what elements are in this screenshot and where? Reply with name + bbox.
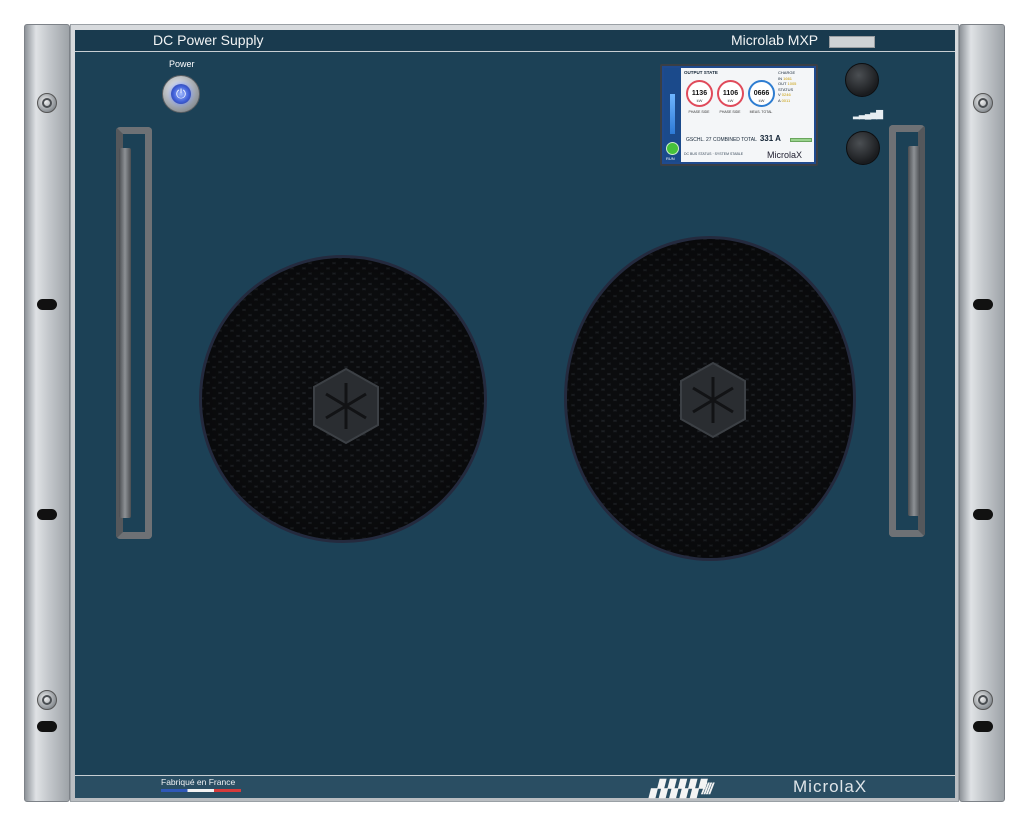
footer-strip: Fabriqué en France ▞▞▞▞▞//// MicrolaX xyxy=(75,775,955,798)
power-icon: ⏻ xyxy=(175,86,187,101)
total-label: GSCHL. 27 COMBINED TOTAL xyxy=(686,137,757,143)
cooling-fan-left xyxy=(199,255,487,543)
fan-hub-icon xyxy=(311,367,381,445)
gauge-unit: kW xyxy=(758,98,765,103)
status-display[interactable]: RUN OUTPUT STATE 1136 kW PHASE SIDE 1106… xyxy=(660,64,818,166)
header-strip: DC Power Supply Microlab MXP xyxy=(75,30,955,52)
gauge-label: MEAS. TOTAL xyxy=(749,110,773,114)
gauge-value: 0666 xyxy=(753,90,770,97)
mounting-slot xyxy=(973,299,993,310)
gauge-label: PHASE SIDE xyxy=(719,110,741,114)
display-brand: MicrolaX xyxy=(767,150,803,160)
mounting-screw-icon xyxy=(973,690,993,710)
row-value: 0011 xyxy=(781,97,791,103)
mounting-screw-icon xyxy=(37,690,57,710)
level-bar xyxy=(670,94,675,134)
gauge-1: 1136 kW xyxy=(686,80,713,107)
cooling-fan-right xyxy=(564,236,856,561)
right-rack-ear xyxy=(959,24,1005,802)
total-readout: GSCHL. 27 COMBINED TOTAL 331 A xyxy=(686,134,781,143)
row-label: OUT xyxy=(778,81,787,87)
mounting-slot xyxy=(37,721,57,732)
signal-strength-icon: ▂▃▄▅▇ xyxy=(853,109,883,119)
power-button[interactable]: ⏻ xyxy=(162,75,200,113)
mounting-slot xyxy=(37,509,57,520)
product-type-label: DC Power Supply xyxy=(153,32,264,48)
total-value: 331 A xyxy=(759,134,781,143)
model-plate xyxy=(829,36,875,48)
display-footer: DC BUS STATUS · SYSTEM STABLE xyxy=(684,152,744,156)
display-sidebar: RUN xyxy=(664,68,681,162)
made-in-label: Fabriqué en France xyxy=(161,777,236,787)
gauge-2: 1106 kW xyxy=(717,80,744,107)
left-rack-ear xyxy=(24,24,70,802)
left-handle[interactable] xyxy=(116,127,152,539)
mounting-slot xyxy=(37,299,57,310)
row-value: 0246 xyxy=(781,92,791,98)
mounting-screw-icon xyxy=(973,93,993,113)
load-bar xyxy=(790,138,812,142)
french-flag-icon xyxy=(161,789,241,792)
fan-hub-icon xyxy=(678,361,748,439)
row-label: IN xyxy=(778,75,782,81)
mounting-slot xyxy=(973,721,993,732)
row-label: A xyxy=(778,97,781,103)
control-knob-lower[interactable] xyxy=(846,131,880,165)
control-knob-upper[interactable] xyxy=(845,63,879,97)
mounting-screw-icon xyxy=(37,93,57,113)
gauge-value: 1106 xyxy=(722,90,739,97)
right-handle[interactable] xyxy=(889,125,925,537)
brand-logo: MicrolaX xyxy=(793,777,868,796)
decorative-stripes: ▞▞▞▞▞//// xyxy=(650,781,713,798)
run-indicator-icon[interactable] xyxy=(666,142,679,155)
mounting-slot xyxy=(973,509,993,520)
row-value: 1661 xyxy=(783,75,793,81)
gauge-unit: kW xyxy=(727,98,734,103)
gauge-value: 1136 xyxy=(691,90,708,97)
display-right-panel: CHARGE IN 1661 OUT 1005 STATUS V 0246 A … xyxy=(778,70,814,104)
run-label: RUN xyxy=(666,156,675,161)
gauge-unit: kW xyxy=(696,98,703,103)
row-label: V xyxy=(778,92,781,98)
row-value: 1005 xyxy=(787,81,797,87)
gauge-3: 0666 kW xyxy=(748,80,775,107)
model-label: Microlab MXP xyxy=(731,32,819,48)
power-label: Power xyxy=(169,59,195,69)
gauge-label: PHASE SIDE xyxy=(688,110,710,114)
front-panel: DC Power Supply Microlab MXP Power ⏻ RUN… xyxy=(75,30,955,798)
display-header: OUTPUT STATE xyxy=(684,70,718,75)
